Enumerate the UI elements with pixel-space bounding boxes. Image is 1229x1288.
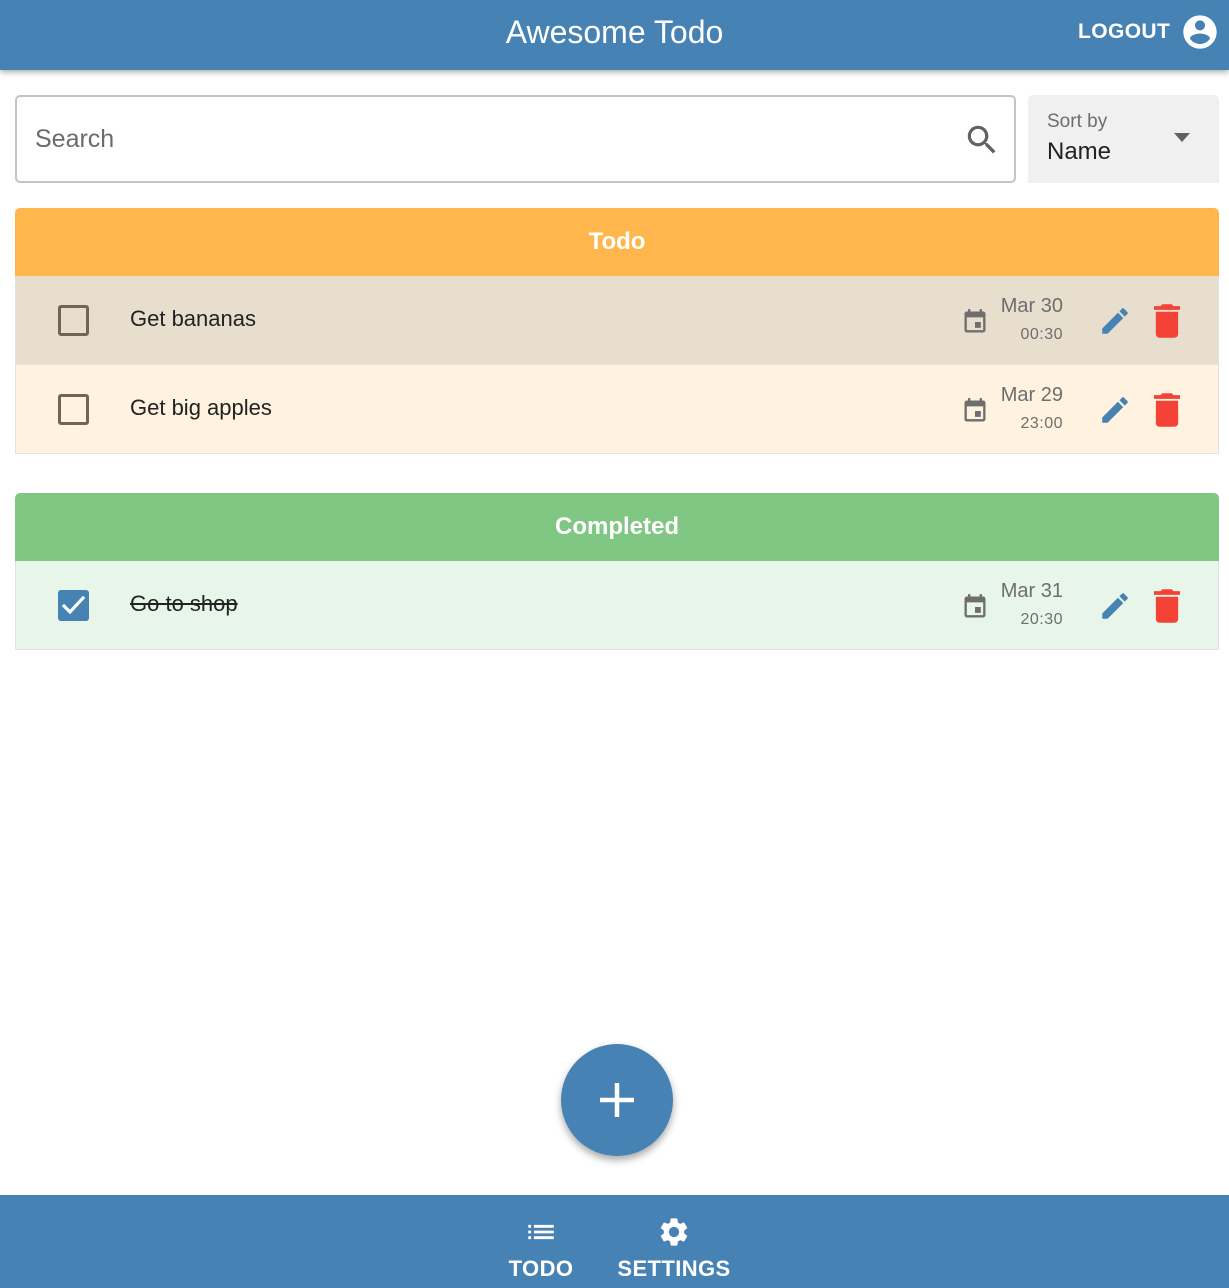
list-icon xyxy=(524,1215,558,1249)
completed-section: Completed Go to shop Mar 31 20:30 xyxy=(15,493,1219,650)
edit-icon[interactable] xyxy=(1098,589,1132,623)
todo-section-header: Todo xyxy=(15,208,1219,276)
task-name: Go to shop xyxy=(130,591,238,616)
add-task-button[interactable] xyxy=(561,1044,673,1156)
nav-todo-label: TODO xyxy=(508,1256,574,1281)
delete-icon[interactable] xyxy=(1154,393,1180,427)
task-time: 00:30 xyxy=(1020,326,1063,343)
task-row[interactable]: Get bananas Mar 30 00:30 xyxy=(15,276,1219,365)
account-circle-icon[interactable] xyxy=(1180,12,1220,52)
sort-label: Sort by xyxy=(1047,111,1108,132)
search-input[interactable] xyxy=(35,119,935,159)
task-checkbox[interactable] xyxy=(58,394,89,425)
delete-icon[interactable] xyxy=(1154,589,1180,623)
task-date: Mar 30 xyxy=(1000,295,1063,317)
sort-value: Name xyxy=(1047,138,1112,165)
search-field xyxy=(15,95,1016,183)
completed-section-header: Completed xyxy=(15,493,1219,561)
task-date: Mar 31 xyxy=(1000,580,1063,602)
task-time: 20:30 xyxy=(1020,611,1063,628)
delete-icon[interactable] xyxy=(1154,304,1180,338)
sort-select[interactable]: Sort by Name xyxy=(1028,95,1219,183)
task-name: Get bananas xyxy=(130,306,256,331)
task-checkbox-checked[interactable] xyxy=(58,590,89,621)
task-row[interactable]: Go to shop Mar 31 20:30 xyxy=(15,561,1219,650)
nav-settings-label: SETTINGS xyxy=(617,1256,731,1281)
task-checkbox[interactable] xyxy=(58,305,89,336)
logout-button[interactable]: LOGOUT xyxy=(1066,14,1182,50)
app-bar: Awesome Todo LOGOUT xyxy=(0,0,1229,70)
dropdown-caret-icon xyxy=(1172,131,1192,143)
todo-section: Todo Get bananas Mar 30 00:30 Get big ap… xyxy=(15,208,1219,454)
bottom-nav: TODO SETTINGS xyxy=(0,1195,1229,1288)
app-root: Awesome Todo LOGOUT Sort by Name Todo Ge… xyxy=(0,0,1229,1288)
task-date: Mar 29 xyxy=(1000,384,1063,406)
add-icon xyxy=(600,1083,634,1117)
gear-icon xyxy=(657,1215,691,1249)
task-name: Get big apples xyxy=(130,395,272,420)
app-title: Awesome Todo xyxy=(505,14,724,50)
nav-todo[interactable]: TODO xyxy=(492,1195,590,1288)
nav-settings[interactable]: SETTINGS xyxy=(612,1195,736,1288)
edit-icon[interactable] xyxy=(1098,393,1132,427)
task-time: 23:00 xyxy=(1020,415,1063,432)
task-row[interactable]: Get big apples Mar 29 23:00 xyxy=(15,365,1219,454)
search-icon[interactable] xyxy=(963,121,1001,159)
edit-icon[interactable] xyxy=(1098,304,1132,338)
